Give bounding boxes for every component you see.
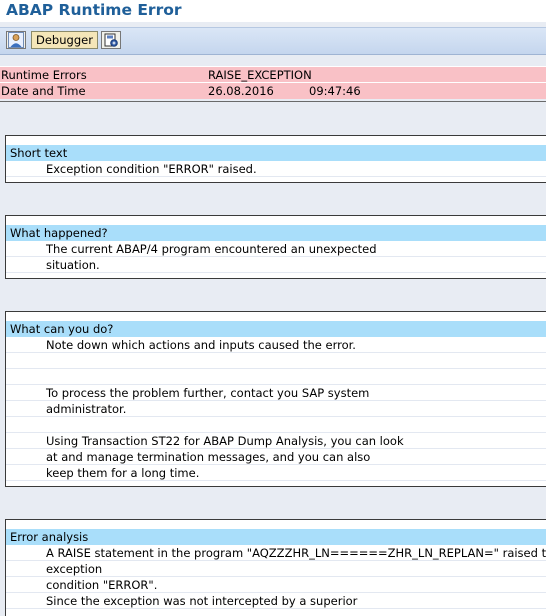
section-line [6, 417, 546, 433]
runtime-errors-value: RAISE_EXCEPTION [208, 68, 312, 82]
section-heading: Short text [6, 145, 546, 161]
section-line [6, 369, 546, 385]
section-heading: What happened? [6, 225, 546, 241]
person-icon [8, 32, 24, 48]
debugger-button-label: Debugger [36, 33, 93, 47]
section-line-text: Using Transaction ST22 for ABAP Dump Ana… [46, 434, 404, 448]
section-what-can-you-do: What can you do? Note down which actions… [5, 311, 546, 487]
section-line-text: A RAISE statement in the program "AQZZZH… [46, 546, 546, 560]
section-short-text: Short text Exception condition "ERROR" r… [5, 135, 546, 183]
person-button[interactable] [6, 31, 26, 49]
section-line-text: The current ABAP/4 program encountered a… [46, 242, 377, 256]
save-local-icon [104, 33, 118, 47]
section-line: keep them for a long time. [6, 465, 546, 481]
header-divider [0, 101, 546, 102]
section-error-analysis: Error analysis A RAISE statement in the … [5, 519, 546, 616]
date-time-label: Date and Time [1, 84, 86, 98]
section-line: To process the problem further, contact … [6, 385, 546, 401]
section-line: Using Transaction ST22 for ABAP Dump Ana… [6, 433, 546, 449]
section-heading: Error analysis [6, 529, 546, 545]
save-local-button[interactable] [101, 31, 121, 49]
debugger-button[interactable]: Debugger [31, 31, 98, 49]
section-heading: What can you do? [6, 321, 546, 337]
section-line-text: exception [46, 562, 103, 576]
section-line-text: situation. [46, 258, 100, 272]
section-line-text: To process the problem further, contact … [46, 386, 370, 400]
date-value: 26.08.2016 [208, 84, 274, 98]
runtime-errors-row: Runtime Errors RAISE_EXCEPTION [0, 66, 546, 83]
section-line: exception [6, 561, 546, 577]
section-line: Since the exception was not intercepted … [6, 593, 546, 609]
title-bar: ABAP Runtime Error [0, 0, 546, 22]
section-line-text: condition "ERROR". [46, 578, 158, 592]
section-heading-label: Error analysis [10, 530, 89, 544]
date-time-row: Date and Time 26.08.2016 09:47:46 [0, 82, 546, 99]
section-line [6, 353, 546, 369]
section-line: administrator. [6, 401, 546, 417]
section-heading-label: What can you do? [10, 322, 114, 336]
section-line: A RAISE statement in the program "AQZZZH… [6, 545, 546, 561]
section-line: The current ABAP/4 program encountered a… [6, 241, 546, 257]
section-line-text: at and manage termination messages, and … [46, 450, 371, 464]
section-heading-label: What happened? [10, 226, 108, 240]
section-line: Note down which actions and inputs cause… [6, 337, 546, 353]
section-line-text: Since the exception was not intercepted … [46, 594, 358, 608]
section-heading-label: Short text [10, 146, 68, 160]
runtime-errors-label: Runtime Errors [1, 68, 87, 82]
section-line: situation. [6, 257, 546, 273]
window-title: ABAP Runtime Error [6, 1, 182, 19]
section-line: Exception condition "ERROR" raised. [6, 161, 546, 177]
section-line-text: administrator. [46, 402, 127, 416]
application-toolbar: Debugger [0, 27, 546, 55]
section-line: at and manage termination messages, and … [6, 449, 546, 465]
section-what-happened: What happened? The current ABAP/4 progra… [5, 215, 546, 279]
section-line-text: keep them for a long time. [46, 466, 200, 480]
section-line-text: Exception condition "ERROR" raised. [46, 162, 257, 176]
section-line-text: Note down which actions and inputs cause… [46, 338, 356, 352]
section-line: condition "ERROR". [6, 577, 546, 593]
time-value: 09:47:46 [309, 84, 361, 98]
